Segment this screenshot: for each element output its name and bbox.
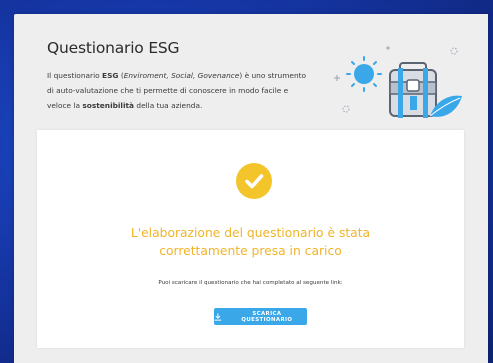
success-line-1: L'elaborazione del questionario è stata: [130, 226, 371, 240]
success-message: L'elaborazione del questionario è stata …: [37, 224, 464, 260]
desc-acronym: ESG: [102, 71, 119, 80]
download-button-label: SCARICA QUESTIONARIO: [241, 310, 293, 323]
desc-expansion: Enviroment, Social, Govenance: [123, 71, 240, 80]
download-instructions: Puoi scaricare il questionario che hai c…: [158, 280, 343, 286]
questionnaire-panel: Questionario ESG Il questionario ESG (En…: [14, 14, 488, 363]
sun-icon: [346, 56, 382, 92]
desc-end: della tua azienda.: [134, 101, 203, 110]
confirmation-card: L'elaborazione del questionario è stata …: [37, 130, 464, 348]
page-title: Questionario ESG: [47, 39, 180, 57]
download-icon: [214, 312, 222, 321]
desc-highlight: sostenibilità: [82, 101, 135, 110]
check-circle-icon: [236, 163, 272, 199]
success-line-2: correttamente presa in carico: [159, 244, 342, 258]
briefcase-sun-leaf-illustration: [334, 46, 462, 118]
download-questionnaire-button[interactable]: SCARICA QUESTIONARIO: [214, 308, 307, 325]
desc-intro: Il questionario: [47, 71, 103, 80]
intro-description: Il questionario ESG (Enviroment, Social,…: [47, 68, 307, 113]
briefcase-icon: [389, 62, 437, 118]
